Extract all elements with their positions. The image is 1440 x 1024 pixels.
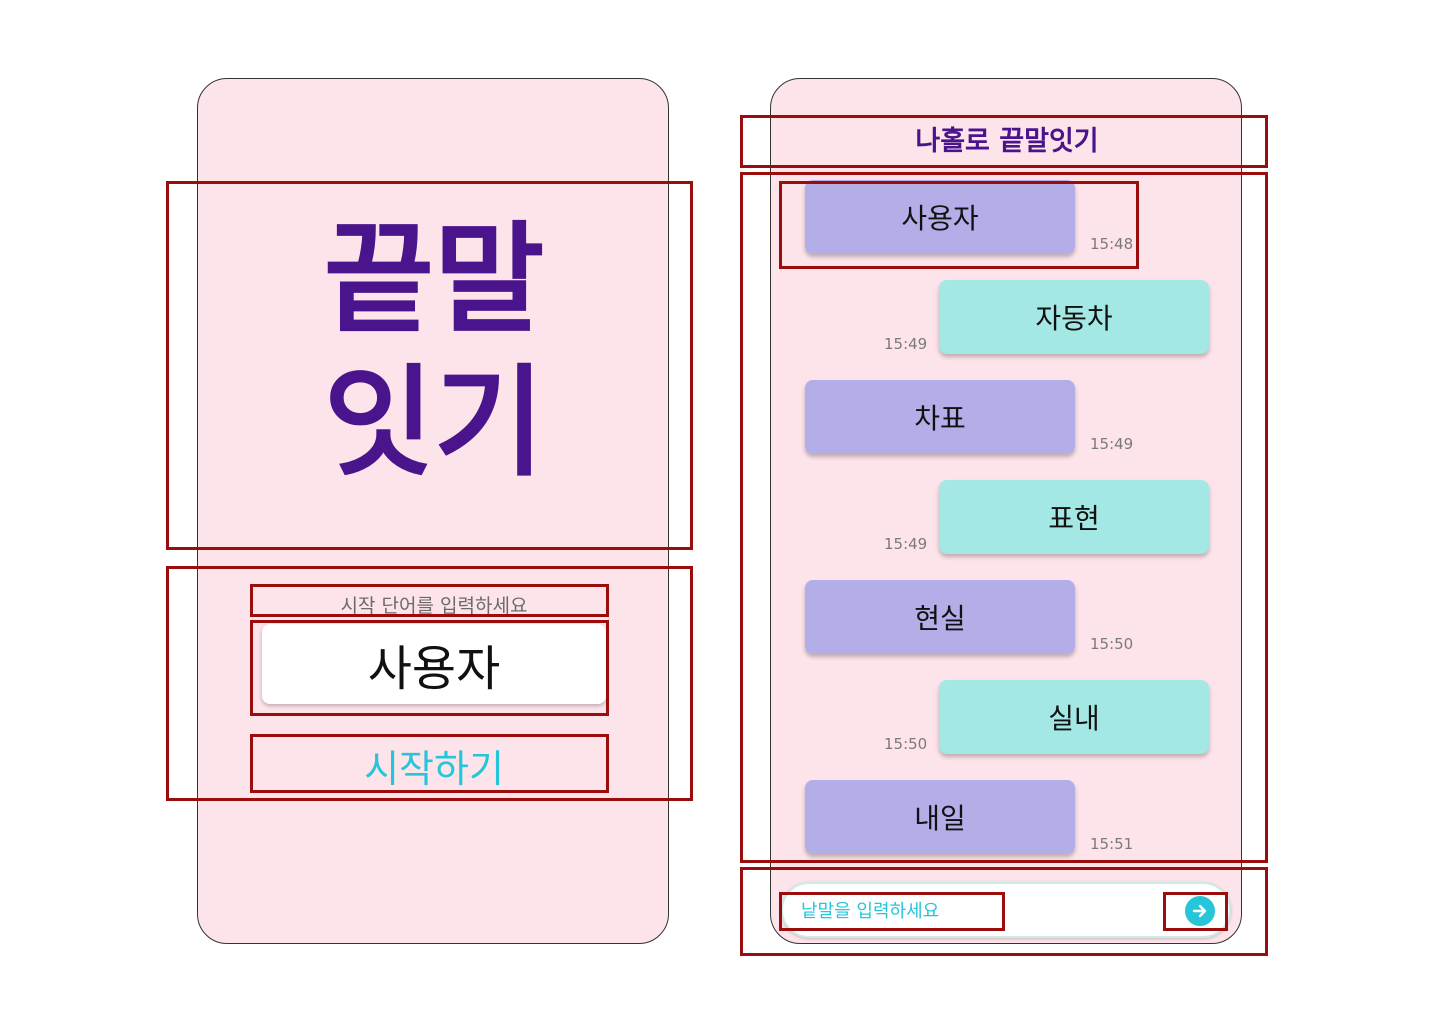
user-message-bubble: 사용자 <box>805 180 1075 254</box>
computer-message-bubble: 실내 <box>939 680 1209 754</box>
start-screen: 끝말 잇기 시작 단어를 입력하세요 사용자 시작하기 <box>197 78 669 944</box>
message-timestamp: 15:49 <box>1090 435 1134 453</box>
arrow-right-icon <box>1192 904 1207 918</box>
user-message-bubble: 차표 <box>805 380 1075 454</box>
send-button[interactable] <box>1185 896 1215 926</box>
message-timestamp: 15:50 <box>1090 635 1134 653</box>
app-title-line-1: 끝말 <box>323 211 545 350</box>
computer-message-bubble: 표현 <box>939 480 1209 554</box>
start-button[interactable]: 시작하기 <box>254 737 614 793</box>
user-message-bubble: 내일 <box>805 780 1075 854</box>
word-input[interactable] <box>799 884 1123 938</box>
message-timestamp: 15:48 <box>1090 235 1134 253</box>
chat-title: 나홀로 끝말잇기 <box>915 126 1099 157</box>
chat-screen: 나홀로 끝말잇기 사용자 15:48 자동차 15:49 차표 15:49 표현… <box>770 78 1242 944</box>
message-timestamp: 15:49 <box>884 335 928 353</box>
message-timestamp: 15:50 <box>884 735 928 753</box>
canvas: 끝말 잇기 시작 단어를 입력하세요 사용자 시작하기 나홀로 끝말잇기 사용자… <box>0 0 1440 1024</box>
user-message-bubble: 현실 <box>805 580 1075 654</box>
message-timestamp: 15:49 <box>884 535 928 553</box>
computer-message-bubble: 자동차 <box>939 280 1209 354</box>
app-title-line-2: 잇기 <box>323 354 545 493</box>
app-title: 끝말 잇기 <box>198 209 670 495</box>
start-word-hint: 시작 단어를 입력하세요 <box>340 595 528 617</box>
word-input-bar <box>781 882 1231 938</box>
message-timestamp: 15:51 <box>1090 835 1134 853</box>
start-word-input[interactable]: 사용자 <box>262 624 606 704</box>
